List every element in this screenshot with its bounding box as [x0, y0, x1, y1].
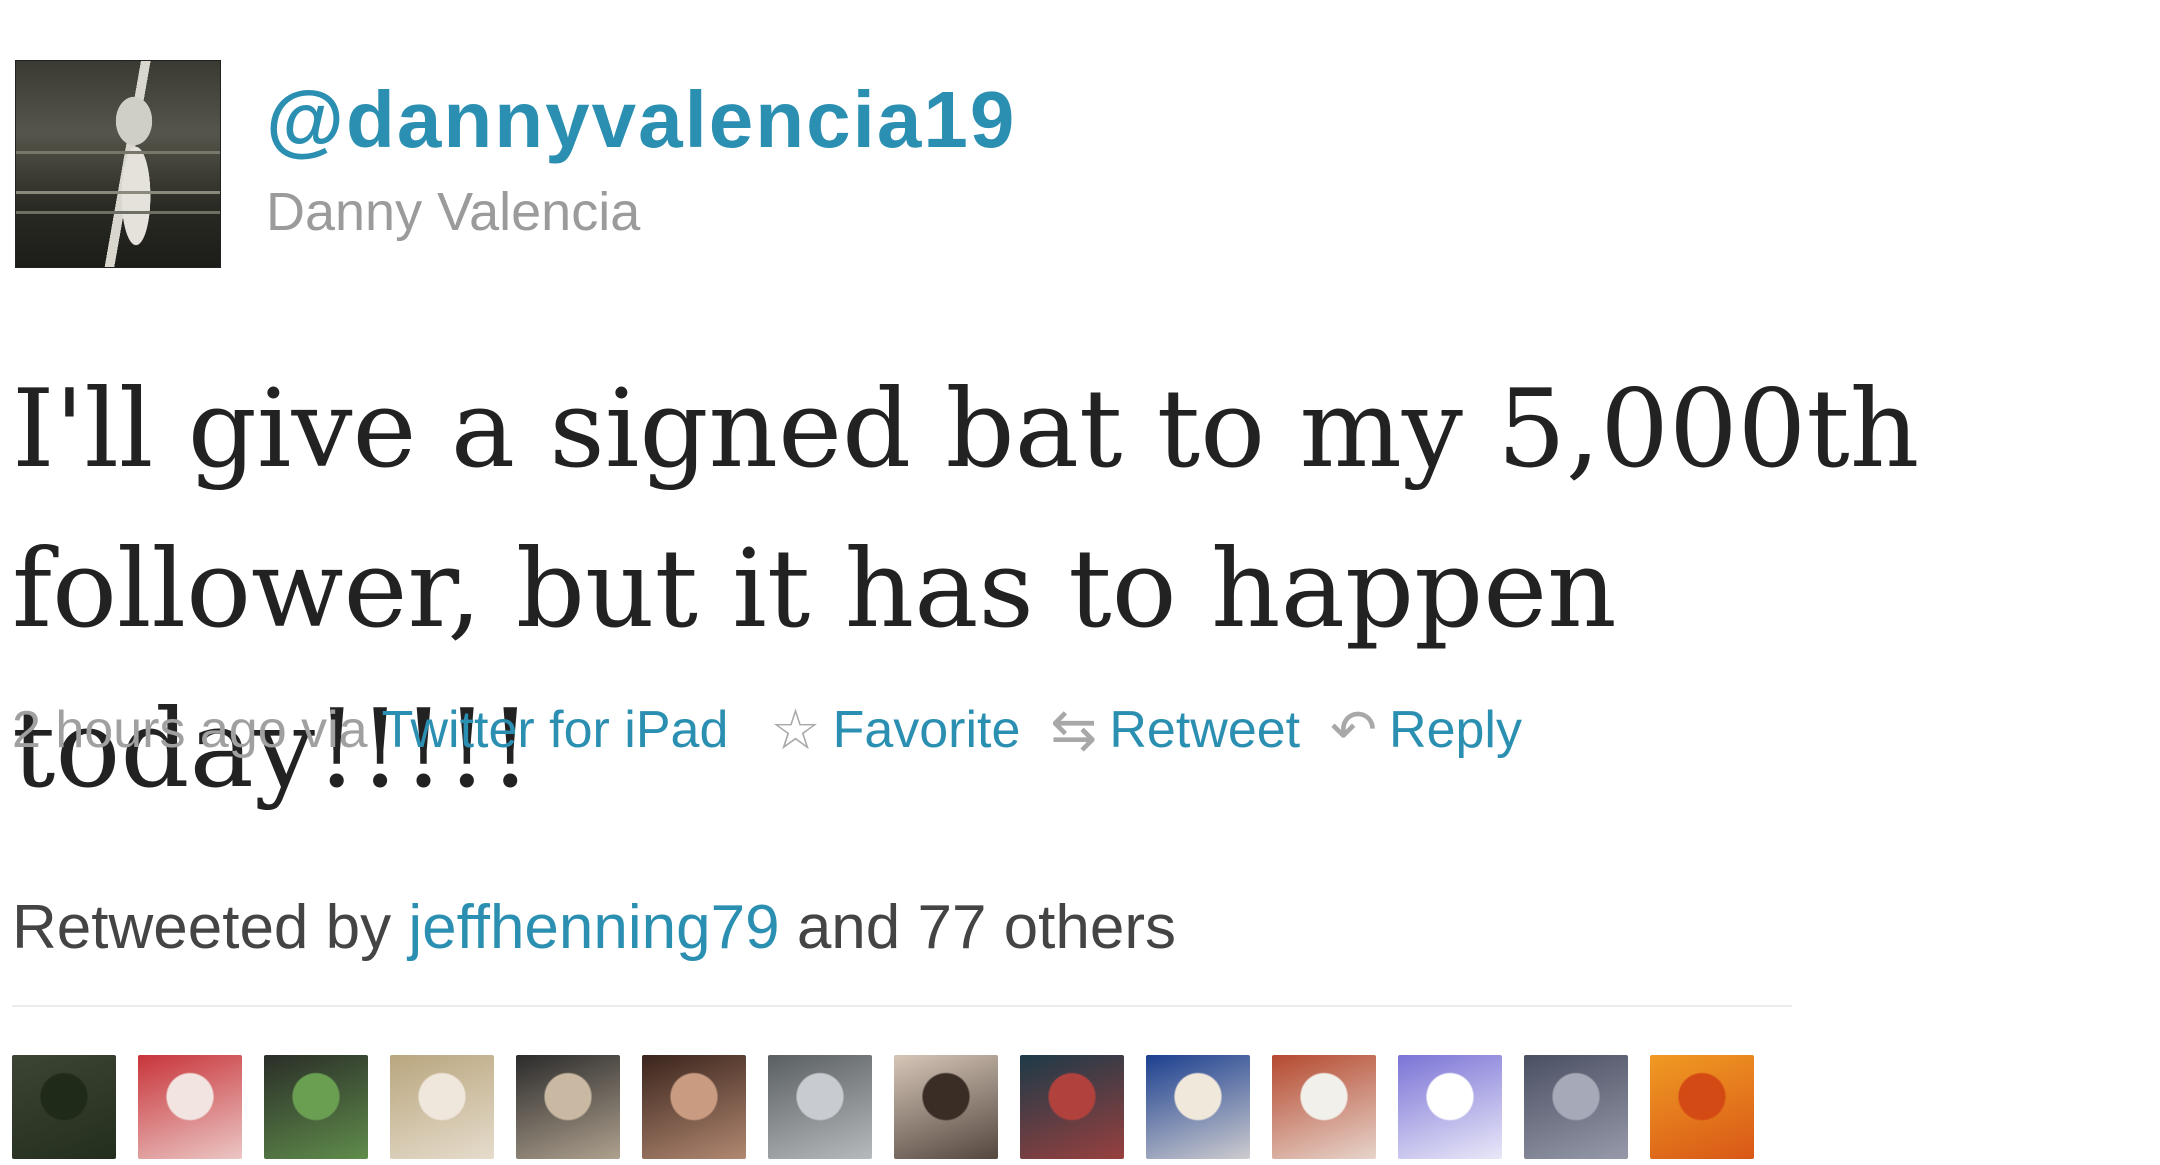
reply-button[interactable]: ↶ Reply	[1330, 697, 1522, 763]
retweeter-avatar[interactable]	[1650, 1055, 1754, 1159]
favorite-button[interactable]: ☆ Favorite	[770, 697, 1020, 763]
favorite-label: Favorite	[832, 701, 1021, 759]
retweeter-avatar[interactable]	[1272, 1055, 1376, 1159]
star-icon: ☆	[770, 698, 821, 761]
username-link[interactable]: @dannyvalencia19	[266, 72, 1016, 168]
display-name: Danny Valencia	[266, 182, 641, 242]
tweet-source-link[interactable]: Twitter for iPad	[382, 700, 729, 760]
retweeter-link[interactable]: jeffhenning79	[408, 893, 779, 962]
retweeter-avatar[interactable]	[516, 1055, 620, 1159]
divider	[12, 1005, 1792, 1007]
retweeter-avatar[interactable]	[1020, 1055, 1124, 1159]
retweeter-avatar[interactable]	[1146, 1055, 1250, 1159]
retweeter-avatar[interactable]	[264, 1055, 368, 1159]
tweet-timestamp[interactable]: 2 hours ago via	[12, 700, 368, 760]
profile-avatar[interactable]	[15, 60, 221, 268]
retweeter-avatar[interactable]	[768, 1055, 872, 1159]
tweet-card: @dannyvalencia19 Danny Valencia I'll giv…	[0, 0, 2160, 1165]
retweeter-avatar[interactable]	[390, 1055, 494, 1159]
retweeter-avatar[interactable]	[12, 1055, 116, 1159]
retweeted-by: Retweeted by jeffhenning79 and 77 others	[12, 888, 1176, 968]
tweet-meta: 2 hours ago via Twitter for iPad ☆ Favor…	[12, 690, 1522, 770]
retweeter-avatar[interactable]	[894, 1055, 998, 1159]
retweeter-avatar[interactable]	[138, 1055, 242, 1159]
retweet-icon: ⇆	[1050, 698, 1098, 761]
retweeter-avatar[interactable]	[1398, 1055, 1502, 1159]
reply-icon: ↶	[1330, 698, 1378, 761]
retweeted-prefix: Retweeted by	[12, 893, 392, 962]
retweeted-suffix[interactable]: and 77 others	[797, 893, 1176, 962]
retweeter-avatar[interactable]	[642, 1055, 746, 1159]
reply-label: Reply	[1389, 701, 1522, 759]
retweeter-avatar[interactable]	[1524, 1055, 1628, 1159]
retweet-button[interactable]: ⇆ Retweet	[1050, 697, 1300, 763]
retweet-label: Retweet	[1109, 701, 1301, 759]
retweeter-avatars	[12, 1055, 1754, 1159]
